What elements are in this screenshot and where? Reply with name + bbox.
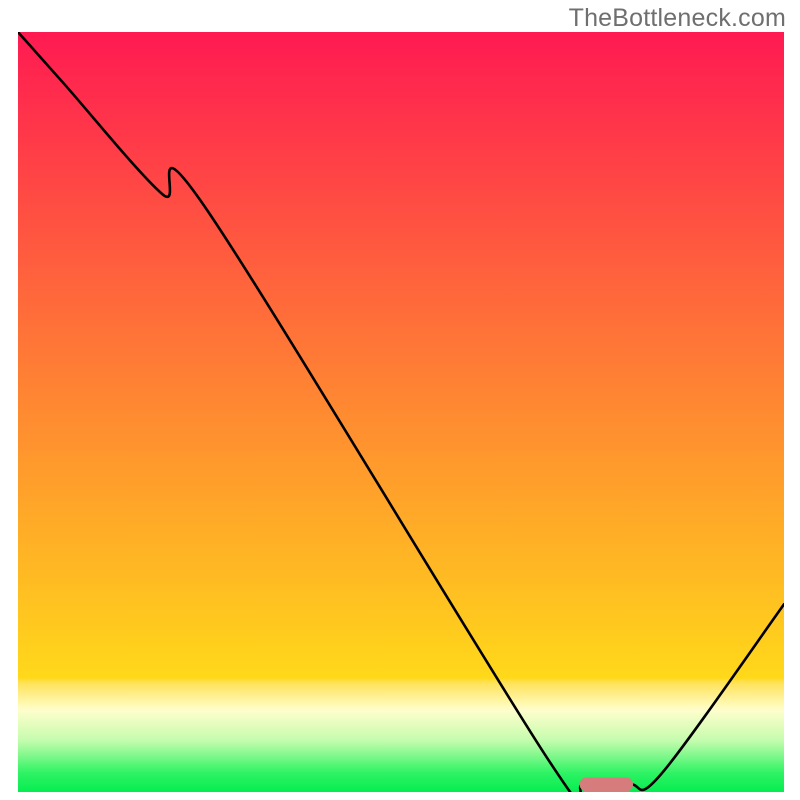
gradient-background [18,32,784,792]
optimal-marker [579,778,633,792]
chart-canvas: TheBottleneck.com [0,0,800,800]
chart-svg [18,32,784,792]
watermark-text: TheBottleneck.com [569,4,786,33]
plot-area [18,32,784,792]
